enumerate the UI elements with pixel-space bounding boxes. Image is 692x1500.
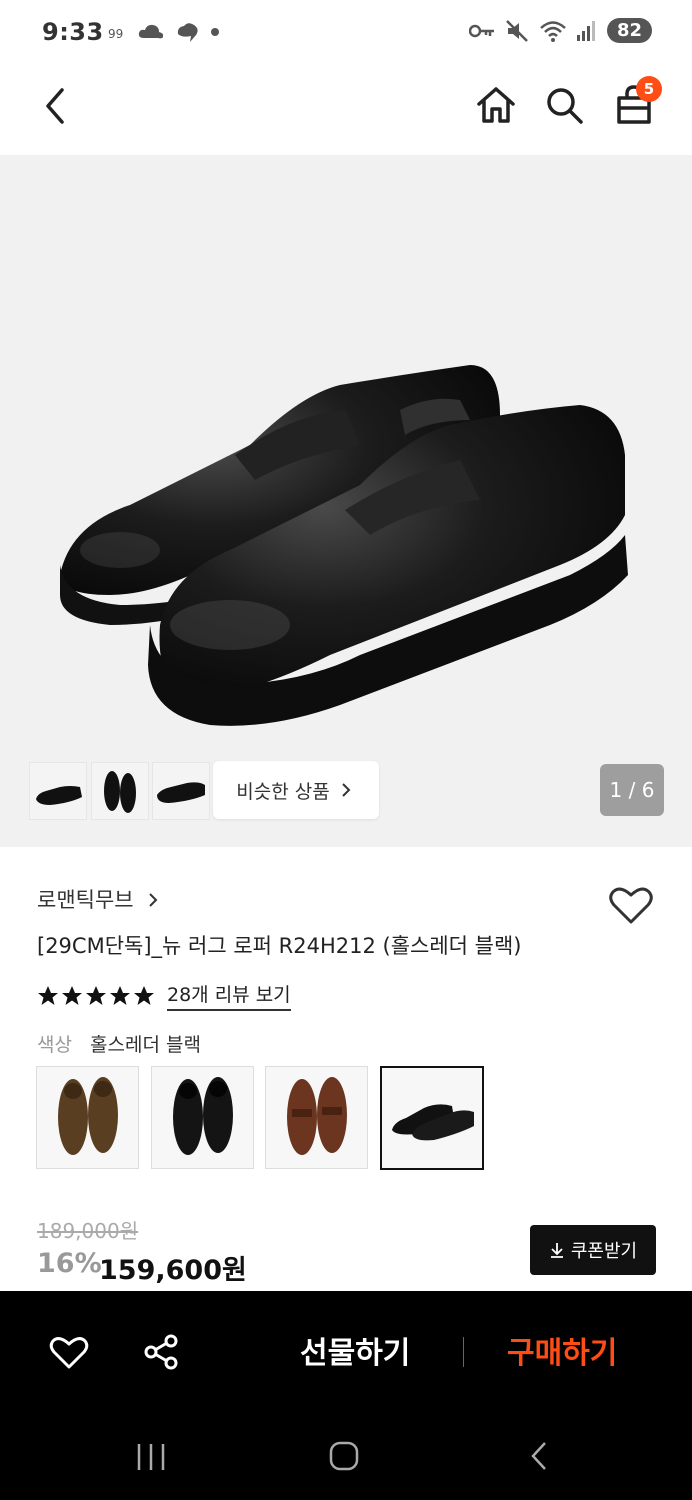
- cart-count-badge: 5: [636, 76, 662, 102]
- loafer-pair-image: [60, 365, 628, 726]
- download-icon: [550, 1243, 563, 1258]
- brand-name: 로맨틱무브: [37, 888, 134, 912]
- home-icon[interactable]: [475, 84, 517, 126]
- star-rating: [37, 985, 155, 1007]
- gallery-thumbnail[interactable]: [152, 762, 210, 820]
- more-notifications-dot: [211, 28, 219, 36]
- coupon-download-button[interactable]: 쿠폰받기: [530, 1225, 656, 1275]
- svg-text:99: 99: [108, 27, 123, 41]
- brand-link[interactable]: 로맨틱무브: [37, 884, 162, 914]
- star-icon: [38, 985, 58, 1005]
- buy-button[interactable]: 구매하기: [507, 1328, 617, 1372]
- product-image[interactable]: [0, 155, 692, 847]
- black-suede-loafer-image: [173, 1077, 233, 1155]
- color-swatch-horse-leather-black[interactable]: [380, 1066, 484, 1170]
- share-icon[interactable]: [142, 1333, 180, 1371]
- star-icon: [110, 985, 130, 1005]
- discount-rate: 16%: [37, 1248, 102, 1279]
- home-nav-icon[interactable]: [328, 1440, 360, 1472]
- loafer-top-thumbnail: [104, 771, 136, 813]
- back-nav-icon[interactable]: [527, 1440, 551, 1472]
- gallery-thumbnail[interactable]: [29, 762, 87, 820]
- chevron-right-icon: [342, 783, 351, 797]
- color-swatch-brown-leather[interactable]: [265, 1066, 368, 1169]
- app-header: [0, 64, 692, 154]
- sale-price: 159,600원: [99, 1255, 247, 1286]
- cloud-icon: [138, 24, 164, 39]
- notification-icon: 99: [108, 27, 123, 41]
- image-pager: 1 / 6: [600, 764, 664, 816]
- brown-suede-loafer-image: [58, 1077, 118, 1155]
- status-bar: 9:33 99 82: [0, 0, 692, 64]
- system-nav-bar: [0, 1416, 692, 1500]
- coupon-label: 쿠폰받기: [570, 1241, 638, 1262]
- selected-color-value: 홀스레더 블랙: [90, 1034, 201, 1056]
- chevron-right-icon: [149, 893, 158, 907]
- color-option-row: 색상 홀스레더 블랙: [37, 1030, 201, 1057]
- status-time: 9:33: [42, 18, 104, 46]
- similar-products-button[interactable]: 비슷한 상품: [213, 761, 379, 819]
- recent-apps-icon[interactable]: [135, 1442, 167, 1472]
- gift-button[interactable]: 선물하기: [300, 1328, 410, 1372]
- original-price: 189,000원: [37, 1219, 139, 1243]
- search-icon[interactable]: [545, 86, 585, 126]
- mute-icon: [506, 19, 528, 42]
- wishlist-heart-icon[interactable]: [608, 884, 654, 926]
- color-swatch-black-suede[interactable]: [151, 1066, 254, 1169]
- wifi-icon: [540, 20, 566, 42]
- gallery-thumbnail[interactable]: [91, 762, 149, 820]
- star-icon: [134, 985, 154, 1005]
- action-divider: [463, 1337, 464, 1367]
- star-icon: [86, 985, 106, 1005]
- product-title: [29CM단독]_뉴 러그 로퍼 R24H212 (홀스레더 블랙): [37, 934, 522, 958]
- weather-icon: [177, 23, 198, 42]
- signal-icon: [576, 20, 595, 41]
- brown-leather-loafer-image: [287, 1077, 347, 1155]
- black-leather-loafer-image: [392, 1104, 474, 1141]
- review-link[interactable]: 28개 리뷰 보기: [167, 980, 291, 1011]
- star-icon: [62, 985, 82, 1005]
- key-icon: [468, 24, 494, 37]
- loafer-angle-thumbnail: [157, 782, 205, 803]
- battery-level: 82: [606, 18, 652, 43]
- back-icon[interactable]: [40, 86, 70, 126]
- similar-products-label: 비슷한 상품: [236, 780, 330, 803]
- status-right-icons: 82: [468, 18, 652, 43]
- rating-row: 28개 리뷰 보기: [37, 980, 291, 1011]
- loafer-side-thumbnail: [36, 786, 82, 805]
- heart-icon[interactable]: [49, 1334, 89, 1370]
- status-left-icons: 99: [108, 20, 220, 44]
- color-label: 색상: [37, 1034, 72, 1056]
- color-swatch-brown-suede[interactable]: [36, 1066, 139, 1169]
